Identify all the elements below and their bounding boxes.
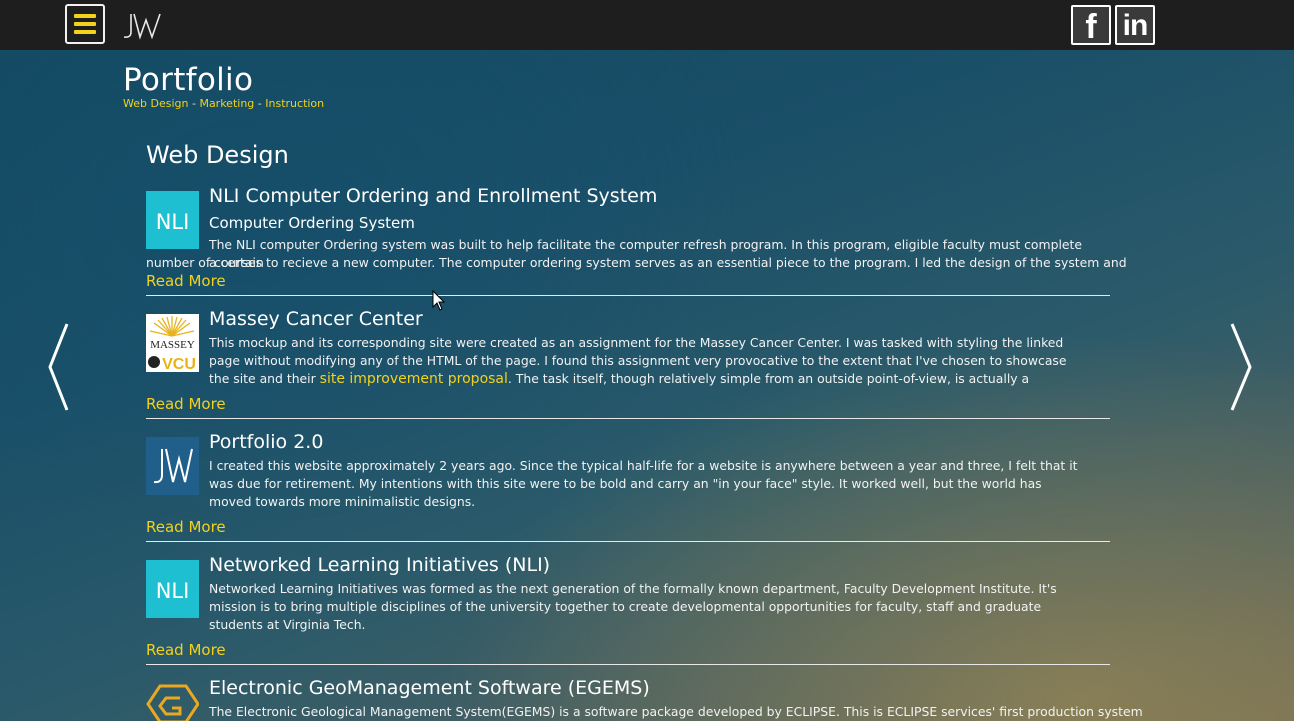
subnav-marketing[interactable]: Marketing: [199, 97, 254, 110]
entry-description: The Electronic Geological Management Sys…: [209, 704, 1143, 719]
site-logo[interactable]: [120, 10, 166, 40]
massey-thumb-top: MASSEY: [150, 339, 195, 351]
read-more-link[interactable]: Read More: [146, 395, 226, 413]
read-more-link[interactable]: Read More: [146, 641, 226, 659]
linkedin-button[interactable]: in: [1115, 5, 1155, 45]
hamburger-icon: [74, 14, 96, 18]
hamburger-icon-bar: [74, 30, 96, 34]
entry-title[interactable]: Massey Cancer Center: [209, 308, 423, 330]
entry-description-cont: number of courses to recieve a new compu…: [146, 255, 1127, 270]
portfolio-entry: Electronic GeoManagement Software (EGEMS…: [146, 676, 1143, 721]
menu-button[interactable]: [65, 4, 105, 44]
hamburger-icon-bar: [74, 22, 96, 26]
entry-title[interactable]: NLI Computer Ordering and Enrollment Sys…: [209, 185, 657, 207]
portfolio-thumbnail: [146, 437, 199, 495]
read-more-link[interactable]: Read More: [146, 272, 226, 290]
linkedin-icon: in: [1122, 9, 1149, 42]
nli-thumb-text: NLI: [156, 210, 190, 234]
top-bar: f in: [0, 0, 1294, 50]
entry-title[interactable]: Electronic GeoManagement Software (EGEMS…: [209, 677, 650, 699]
entry-description: This mockup and its corresponding site w…: [209, 334, 1084, 388]
nli-thumbnail: NLI: [146, 191, 199, 249]
subnav-instruction[interactable]: Instruction: [265, 97, 324, 110]
entry-description: I created this website approximately 2 y…: [209, 458, 1078, 509]
subnav: Web Design - Marketing - Instruction: [123, 97, 324, 110]
facebook-button[interactable]: f: [1071, 5, 1111, 46]
massey-thumb-bottom: VCU: [162, 356, 196, 372]
site-improvement-link[interactable]: site improvement proposal: [320, 371, 508, 387]
portfolio-entry: MASSEY VCU Massey Cancer Center This moc…: [146, 307, 1110, 419]
entry-subtitle: Computer Ordering System: [209, 214, 415, 232]
massey-thumbnail: MASSEY VCU: [146, 314, 199, 372]
next-arrow-icon[interactable]: [1226, 320, 1256, 415]
previous-arrow-icon[interactable]: [45, 320, 75, 415]
entry-title[interactable]: Networked Learning Initiatives (NLI): [209, 554, 550, 576]
page-title: Portfolio: [123, 62, 254, 98]
subnav-separator: -: [257, 97, 262, 110]
egems-logo-icon: [146, 684, 199, 721]
subnav-web-design[interactable]: Web Design: [123, 97, 188, 110]
portfolio-entry: Portfolio 2.0 I created this website app…: [146, 430, 1110, 542]
portfolio-entry: NLI Networked Learning Initiatives (NLI)…: [146, 553, 1110, 665]
entry-description: Networked Learning Initiatives was forme…: [209, 581, 1057, 632]
read-more-link[interactable]: Read More: [146, 518, 226, 536]
portfolio-entry: NLI NLI Computer Ordering and Enrollment…: [146, 184, 1127, 296]
subnav-separator: -: [191, 97, 196, 110]
section-title: Web Design: [146, 141, 289, 169]
facebook-icon: f: [1085, 8, 1097, 46]
nli-thumbnail: NLI: [146, 560, 199, 618]
mouse-cursor-icon: [432, 290, 446, 311]
nli-thumb-text: NLI: [156, 579, 190, 603]
entry-title[interactable]: Portfolio 2.0: [209, 431, 323, 453]
